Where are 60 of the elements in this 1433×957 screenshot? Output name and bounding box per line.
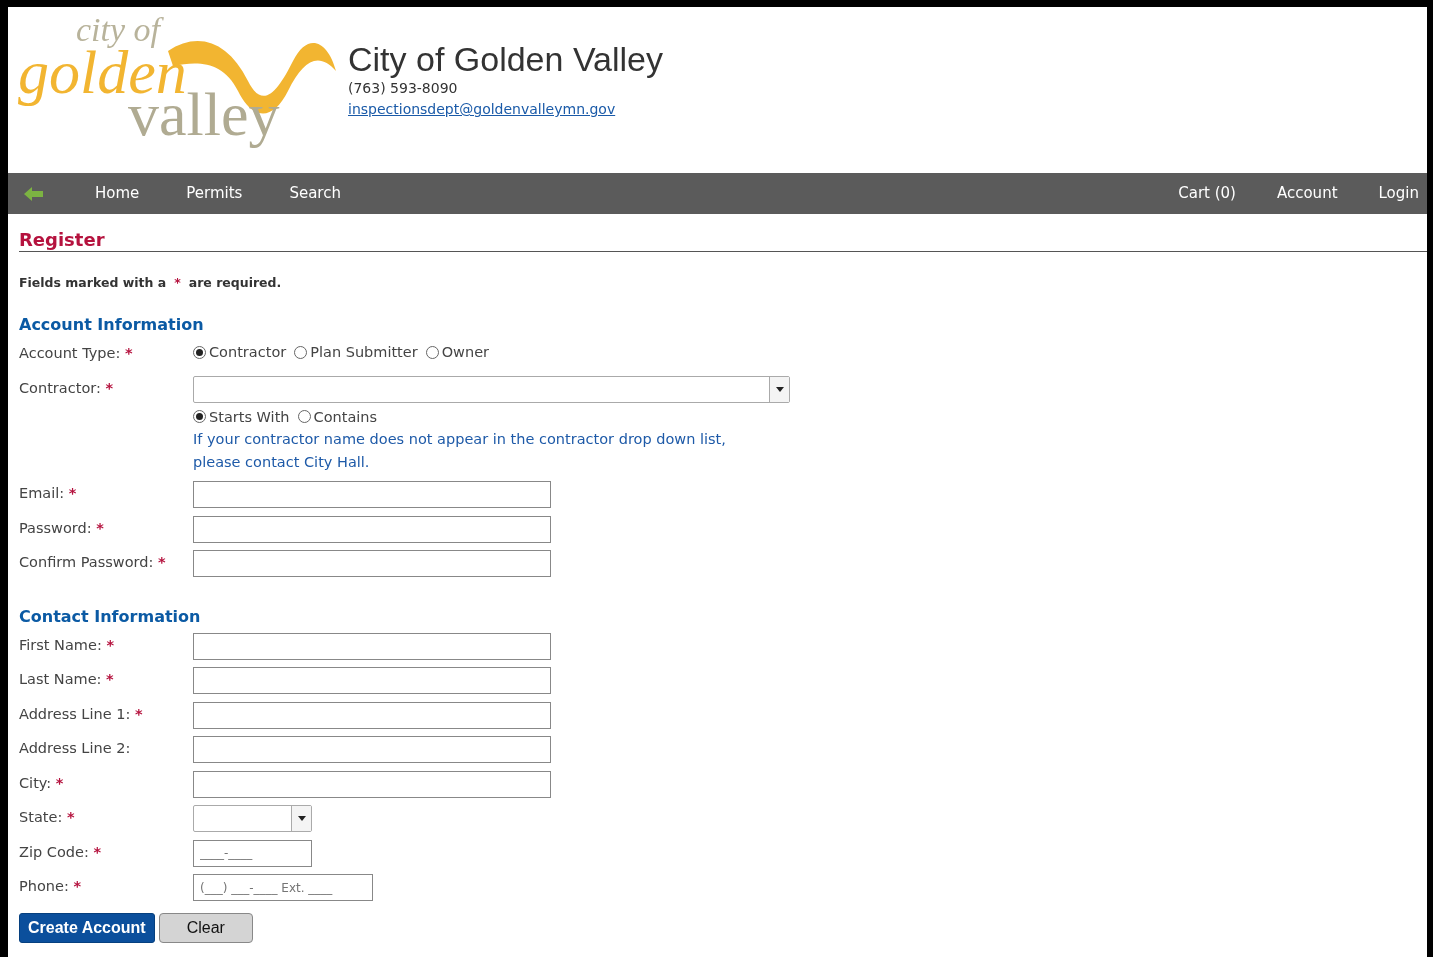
field-label: Account Type: (19, 345, 121, 362)
nav-link[interactable]: Search (289, 182, 341, 205)
radio-option[interactable]: Contractor (193, 342, 287, 363)
text-field[interactable] (193, 770, 551, 798)
text-field[interactable] (193, 736, 551, 764)
clear-button[interactable]: Clear (158, 912, 253, 943)
field-label: Password: (19, 519, 92, 536)
field-label: Confirm Password: (19, 554, 154, 571)
field-label: Phone: (19, 878, 69, 895)
radio-option[interactable]: Plan Submitter (294, 342, 418, 363)
create-account-button[interactable]: Create Account (19, 912, 155, 943)
field-label: City: (19, 774, 52, 791)
nav-link[interactable]: Permits (186, 182, 243, 205)
phone-number: (763) 593-8090 (348, 79, 459, 99)
nav-link[interactable]: Account (1276, 182, 1338, 205)
phone-field[interactable]: (___) ___-____ Ext. ____ (193, 874, 373, 902)
page-title: Register (19, 214, 1427, 253)
radio-option[interactable]: Owner (425, 342, 490, 363)
text-field[interactable] (193, 632, 551, 660)
required-asterisk: * (96, 519, 104, 536)
text-field[interactable] (193, 667, 551, 695)
required-asterisk: * (174, 274, 181, 293)
field-label: Address Line 1: (19, 705, 131, 722)
required-asterisk: * (66, 809, 75, 826)
required-asterisk: * (106, 671, 114, 688)
required-note: are required. (188, 274, 282, 293)
field-label: Email: (19, 485, 65, 502)
section-heading: Contact Information (19, 605, 202, 628)
back-arrow-icon[interactable] (24, 186, 44, 201)
zip-field[interactable]: ____-____ (193, 839, 312, 867)
field-label: Address Line 2: (19, 740, 131, 757)
radio-option[interactable]: Starts With (193, 406, 290, 427)
field-label: First Name: (19, 636, 102, 653)
nav-link[interactable]: Cart (0) (1178, 182, 1236, 205)
text-field[interactable] (193, 481, 551, 509)
required-asterisk: * (106, 636, 114, 653)
nav-link[interactable]: Home (95, 182, 140, 205)
field-label: Contractor: (19, 379, 101, 396)
field-label: Zip Code: (19, 843, 89, 860)
required-asterisk: * (55, 774, 64, 791)
required-asterisk: * (93, 843, 101, 860)
required-note: Fields marked with a (19, 274, 167, 293)
site-title: City of Golden Valley (348, 41, 663, 79)
required-asterisk: * (73, 878, 81, 895)
text-field[interactable] (193, 701, 551, 729)
required-asterisk: * (105, 379, 114, 396)
required-asterisk: * (124, 345, 133, 362)
required-asterisk: * (158, 554, 166, 571)
field-label: State: (19, 809, 63, 826)
logo: city of golden valley (18, 11, 348, 171)
required-asterisk: * (68, 485, 77, 502)
nav-link[interactable]: Login (1378, 182, 1419, 205)
text-field[interactable] (193, 550, 551, 578)
help-text: If your contractor name does not appear in the contractor drop down list, please contact City Hall. (193, 430, 727, 472)
section-heading: Account Information (19, 314, 205, 337)
radio-option[interactable]: Contains (297, 406, 378, 427)
text-field[interactable] (193, 515, 551, 543)
required-asterisk: * (134, 705, 143, 722)
email-link[interactable]: inspectionsdept@goldenvalleymn.gov (348, 101, 616, 118)
field-label: Last Name: (19, 671, 102, 688)
